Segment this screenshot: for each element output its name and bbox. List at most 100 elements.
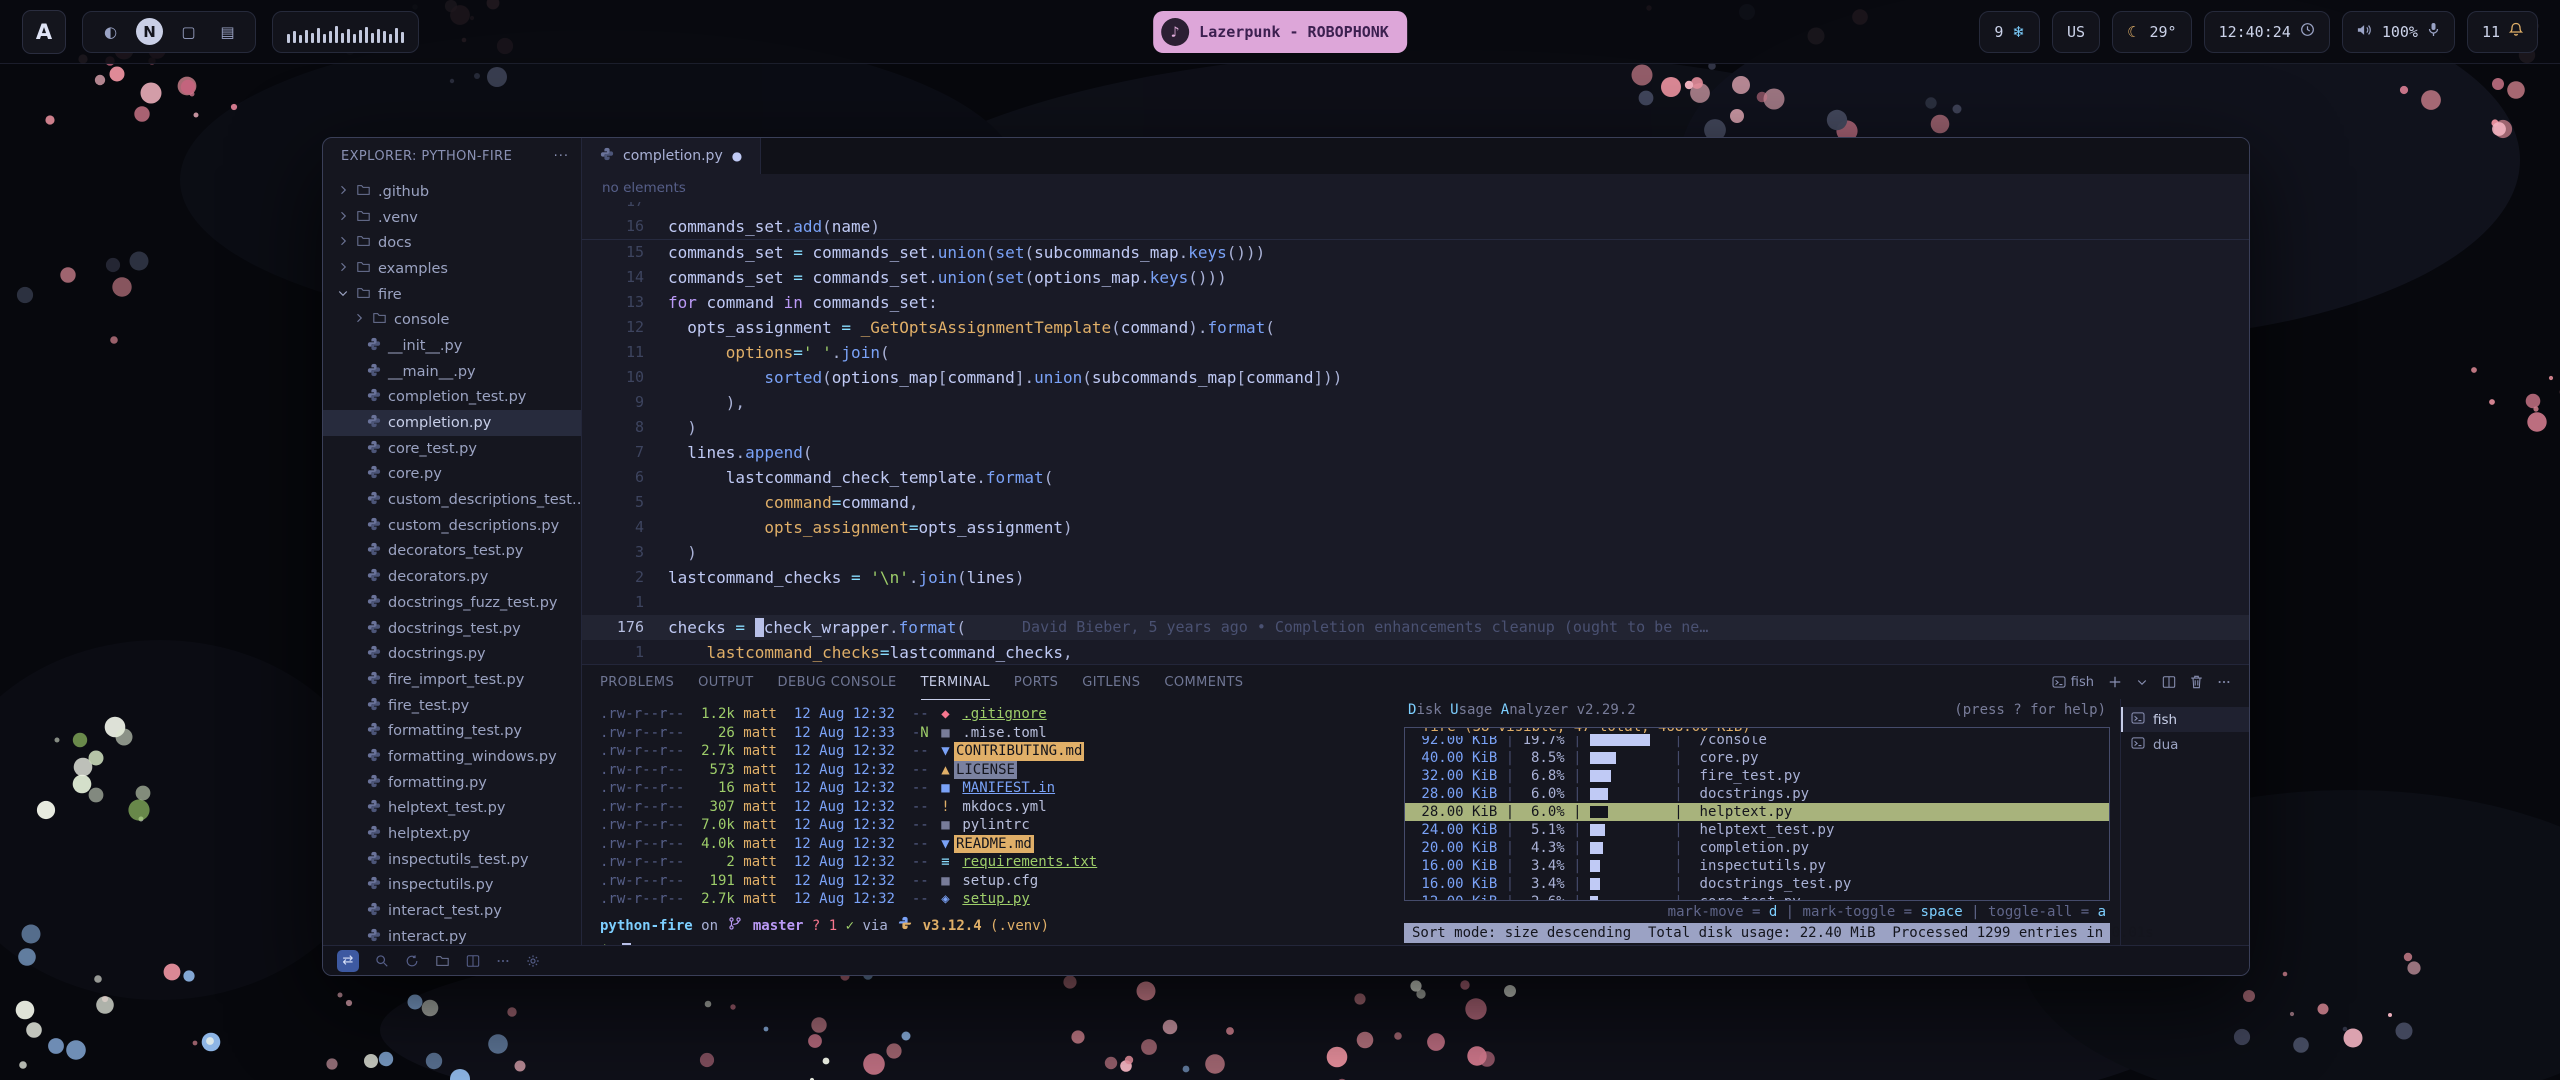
explorer-more-button[interactable]: ···: [554, 149, 569, 164]
terminal-list-item-dua[interactable]: dua: [2121, 732, 2249, 757]
tree-folder-docs[interactable]: docs: [323, 230, 581, 256]
code-token: ).: [1188, 318, 1207, 337]
notifications-widget[interactable]: 11: [2467, 11, 2538, 53]
dua-filename: docstrings_test.py: [1691, 875, 1851, 893]
code-token: opts_assignment: [668, 318, 832, 337]
code-editor[interactable]: 17"""16commands_set.add(name)15commands_…: [582, 202, 2249, 664]
ls-date: 12 Aug 12:32: [785, 761, 903, 780]
dua-row[interactable]: 20.00 KiB|4.3%||completion.py: [1405, 839, 2109, 857]
tree-folder-fire[interactable]: fire: [323, 282, 581, 308]
terminal-list-item-fish[interactable]: fish: [2121, 707, 2249, 732]
code-token: (: [957, 568, 967, 587]
workspace-window-icon[interactable]: ▢: [175, 18, 202, 45]
dua-separator: |: [1565, 767, 1590, 785]
dua-usage-bar: [1590, 842, 1666, 854]
graph-bar: [329, 31, 332, 43]
tree-file-interact-py[interactable]: interact.py: [323, 924, 581, 945]
tree-file-formatting-windows-py[interactable]: formatting_windows.py: [323, 744, 581, 770]
dua-separator: |: [1666, 893, 1691, 901]
dua-row[interactable]: 28.00 KiB|6.0%||helptext.py: [1405, 803, 2109, 821]
dua-row[interactable]: 16.00 KiB|3.4%||docstrings_test.py: [1405, 875, 2109, 893]
dua-percent: 4.3%: [1523, 839, 1565, 857]
code-line: 15commands_set = commands_set.union(set(…: [582, 240, 2249, 265]
launcher-button[interactable]: A: [22, 10, 66, 54]
code-token: (: [986, 268, 996, 287]
tree-file-docstrings-test-py[interactable]: docstrings_test.py: [323, 616, 581, 642]
sync-icon[interactable]: [405, 954, 419, 968]
workspace-n-icon[interactable]: N: [136, 18, 163, 45]
tab-completion-py[interactable]: completion.py ●: [582, 138, 761, 174]
system-graph-widget[interactable]: [272, 11, 419, 53]
chevron-down-icon[interactable]: [2136, 676, 2148, 688]
tree-folder--github[interactable]: .github: [323, 179, 581, 205]
tree-file--init-py[interactable]: __init__.py: [323, 333, 581, 359]
dua-help-hint: (press ? for help): [1954, 701, 2106, 719]
tree-file-helptext-test-py[interactable]: helptext_test.py: [323, 796, 581, 822]
split-icon[interactable]: [2162, 675, 2176, 689]
music-widget[interactable]: ♪ Lazerpunk - ROBOPHONK: [1153, 11, 1407, 53]
dua-row[interactable]: 24.00 KiB|5.1%||helptext_test.py: [1405, 821, 2109, 839]
workspace-file-icon[interactable]: ▤: [214, 18, 241, 45]
panel-tab-comments[interactable]: COMMENTS: [1164, 665, 1243, 700]
search-icon[interactable]: [375, 954, 389, 968]
tree-file-core-test-py[interactable]: core_test.py: [323, 436, 581, 462]
gear-icon[interactable]: [526, 954, 540, 968]
trash-icon[interactable]: [2190, 675, 2203, 689]
shell-profile-button[interactable]: fish: [2052, 675, 2094, 690]
tree-file-helptext-py[interactable]: helptext.py: [323, 821, 581, 847]
tree-file-formatting-py[interactable]: formatting.py: [323, 770, 581, 796]
keyboard-layout-widget[interactable]: US: [2052, 11, 2100, 53]
audio-widget[interactable]: 100%: [2342, 11, 2455, 53]
dua-row[interactable]: 16.00 KiB|3.4%||inspectutils.py: [1405, 857, 2109, 875]
tree-file-core-py[interactable]: core.py: [323, 462, 581, 488]
tree-folder-examples[interactable]: examples: [323, 256, 581, 282]
ellipsis-icon[interactable]: [2217, 675, 2231, 689]
terminal-fish[interactable]: .rw-r--r--1.2kmatt12 Aug 12:32--◆.gitign…: [582, 699, 1394, 947]
tree-file-docstrings-fuzz-test-py[interactable]: docstrings_fuzz_test.py: [323, 590, 581, 616]
tree-file-decorators-py[interactable]: decorators.py: [323, 564, 581, 590]
tree-file-fire-test-py[interactable]: fire_test.py: [323, 693, 581, 719]
tree-file-inspectutils-test-py[interactable]: inspectutils_test.py: [323, 847, 581, 873]
ls-permissions: .rw-r--r--: [600, 724, 684, 743]
panel-tab-problems[interactable]: PROBLEMS: [600, 665, 674, 700]
tree-file-formatting-test-py[interactable]: formatting_test.py: [323, 718, 581, 744]
chevron-right-icon: [337, 261, 349, 277]
panel-tab-terminal[interactable]: TERMINAL: [921, 665, 990, 700]
tree-file-docstrings-py[interactable]: docstrings.py: [323, 641, 581, 667]
code-token: join: [918, 568, 957, 587]
ls-filename: .gitignore: [954, 705, 1047, 724]
tree-file-completion-test-py[interactable]: completion_test.py: [323, 385, 581, 411]
dua-row[interactable]: 32.00 KiB|6.8%||fire_test.py: [1405, 767, 2109, 785]
tree-folder--venv[interactable]: .venv: [323, 205, 581, 231]
tree-file-inspectutils-py[interactable]: inspectutils.py: [323, 873, 581, 899]
dua-row[interactable]: 12.00 KiB|2.6%||core_test.py: [1405, 893, 2109, 901]
panel-tab-ports[interactable]: PORTS: [1014, 665, 1058, 700]
clock-widget[interactable]: 12:40:24: [2204, 11, 2330, 53]
tree-file-interact-test-py[interactable]: interact_test.py: [323, 898, 581, 924]
terminal-dua[interactable]: Disk Usage Analyzer v2.29.2 (press ? for…: [1394, 699, 2120, 947]
tree-file-custom-descriptions-py[interactable]: custom_descriptions.py: [323, 513, 581, 539]
tree-file-completion-py[interactable]: completion.py: [323, 410, 581, 436]
code-token: (: [956, 618, 966, 637]
ellipsis-icon[interactable]: [496, 954, 510, 968]
folder-icon[interactable]: [435, 954, 450, 968]
plus-icon[interactable]: [2108, 675, 2122, 689]
tree-file--main-py[interactable]: __main__.py: [323, 359, 581, 385]
tree-file-decorators-test-py[interactable]: decorators_test.py: [323, 539, 581, 565]
panel-tab-output[interactable]: OUTPUT: [698, 665, 753, 700]
split-icon[interactable]: [466, 954, 480, 968]
panel-tab-gitlens[interactable]: GITLENS: [1082, 665, 1140, 700]
panel-tab-debug-console[interactable]: DEBUG CONSOLE: [778, 665, 897, 700]
tree-file-fire-import-test-py[interactable]: fire_import_test.py: [323, 667, 581, 693]
breadcrumb[interactable]: no elements: [582, 174, 2249, 202]
weather-widget[interactable]: ☾ 29°: [2112, 11, 2192, 53]
tree-item-label: completion.py: [388, 415, 491, 431]
tree-folder-console[interactable]: console: [323, 307, 581, 333]
updates-widget[interactable]: 9 ❄: [1979, 11, 2040, 53]
dua-row[interactable]: 28.00 KiB|6.0%||docstrings.py: [1405, 785, 2109, 803]
remote-indicator-button[interactable]: ⇄: [337, 950, 359, 972]
tree-item-label: helptext_test.py: [388, 800, 505, 816]
tree-file-custom-descriptions-test-[interactable]: custom_descriptions_test…: [323, 487, 581, 513]
dua-row[interactable]: 40.00 KiB|8.5%||core.py: [1405, 749, 2109, 767]
workspace-record-icon[interactable]: ◐: [97, 18, 124, 45]
